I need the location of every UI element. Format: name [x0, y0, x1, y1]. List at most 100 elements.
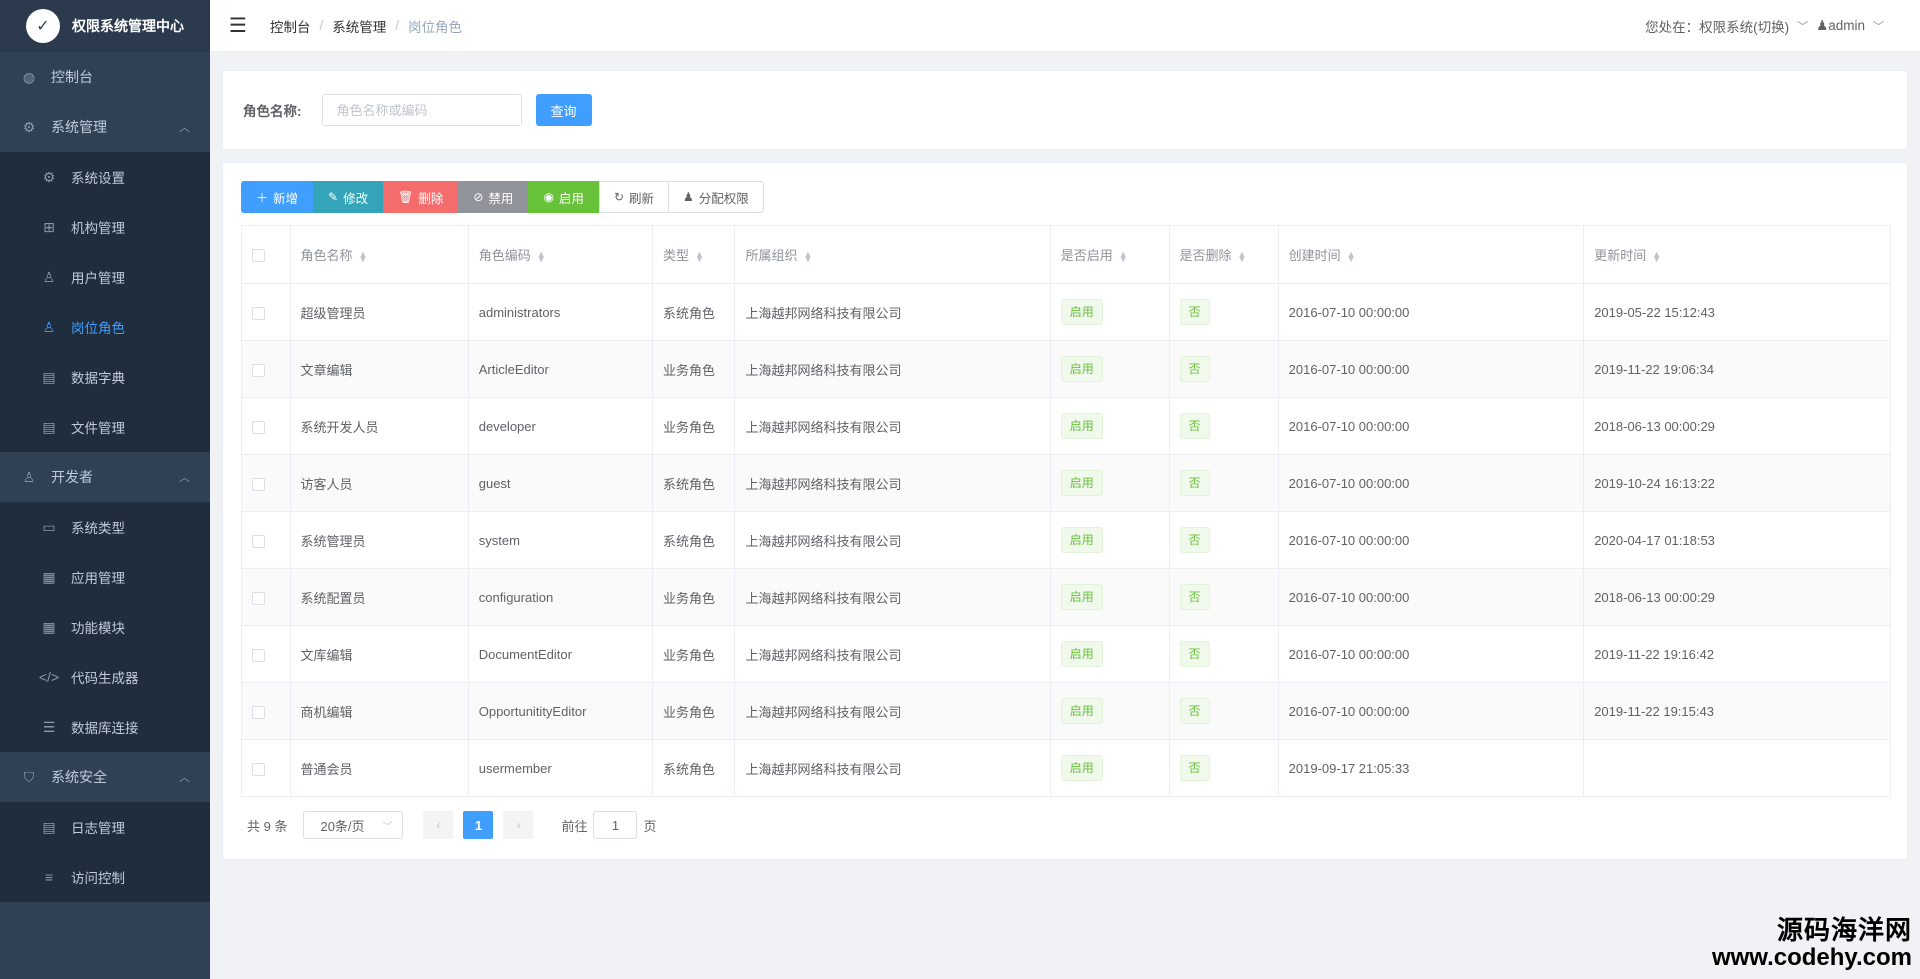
column-header-type[interactable]: 类型 ▲ ▼ — [652, 225, 736, 284]
cell-deleted: 否 — [1168, 340, 1279, 398]
user-icon: ♟ — [1816, 17, 1829, 33]
prev-page-button[interactable]: ‹ — [423, 811, 454, 839]
sidebar-item-label: 功能模块 — [71, 621, 125, 636]
row-checkbox[interactable] — [252, 477, 265, 491]
row-checkbox[interactable] — [252, 363, 265, 377]
sidebar-item-1-1[interactable]: ⊞ 机构管理 — [0, 202, 210, 252]
sort-icon[interactable]: ▲ ▼ — [1652, 249, 1661, 263]
table-row[interactable]: 超级管理员 administrators 系统角色 上海越邦网络科技有限公司 启用 否 20… — [241, 283, 1891, 341]
cell-org: 上海越邦网络科技有限公司 — [734, 283, 1051, 341]
column-header-updated[interactable]: 更新时间 ▲ ▼ — [1583, 225, 1891, 284]
sidebar-item-2-1[interactable]: ▦ 应用管理 — [0, 552, 210, 602]
sort-icon[interactable]: ▲ ▼ — [359, 249, 368, 263]
sort-icon[interactable]: ▲ ▼ — [695, 249, 704, 263]
sidebar-group-label: 控制台 — [51, 69, 93, 85]
select-all-checkbox[interactable] — [252, 249, 265, 263]
sidebar-item-2-4[interactable]: ☰ 数据库连接 — [0, 702, 210, 752]
sidebar-item-2-3[interactable]: </> 代码生成器 — [0, 652, 210, 702]
delete-button[interactable]: 🗑 删除 — [383, 181, 459, 213]
table-row[interactable]: 普通会员 usermember 系统角色 上海越邦网络科技有限公司 启用 否 2019-09… — [241, 739, 1891, 797]
sidebar-item-label: 应用管理 — [71, 571, 125, 586]
sort-icon[interactable]: ▲ ▼ — [1238, 249, 1247, 263]
page-number-current[interactable]: 1 — [463, 811, 494, 839]
row-checkbox[interactable] — [252, 591, 265, 605]
database-icon: ☰ — [42, 718, 56, 735]
table-row[interactable]: 文库编辑 DocumentEditor 业务角色 上海越邦网络科技有限公司 启用 否 201… — [241, 625, 1891, 683]
sidebar-group-2[interactable]: ♙ 开发者 ︿ — [0, 452, 210, 502]
cell-updated — [1583, 739, 1891, 797]
row-checkbox[interactable] — [252, 420, 265, 434]
sidebar-item-1-2[interactable]: ♙ 用户管理 — [0, 252, 210, 302]
disable-icon: ⊘ — [473, 190, 484, 204]
sidebar-item-1-4[interactable]: ▤ 数据字典 — [0, 352, 210, 402]
row-checkbox-cell — [241, 625, 291, 683]
table-row[interactable]: 系统开发人员 developer 业务角色 上海越邦网络科技有限公司 启用 否 2016-0… — [241, 397, 1891, 455]
chevron-up-icon: ︿ — [179, 772, 190, 784]
disable-button[interactable]: ⊘ 禁用 — [458, 181, 529, 213]
goto-page-input[interactable] — [593, 811, 638, 839]
cell-created: 2016-07-10 00:00:00 — [1277, 511, 1585, 569]
sort-icon[interactable]: ▲ ▼ — [1347, 249, 1356, 263]
sidebar-item-2-0[interactable]: ▭ 系统类型 — [0, 502, 210, 552]
hamburger-menu-icon[interactable]: ☰ — [226, 13, 250, 38]
sort-icon[interactable]: ▲ ▼ — [803, 249, 812, 263]
table-row[interactable]: 系统配置员 configuration 业务角色 上海越邦网络科技有限公司 启用 否 201… — [241, 568, 1891, 626]
enable-button[interactable]: ◉ 启用 — [528, 181, 599, 213]
sidebar-item-3-1[interactable]: ≡ 访问控制 — [0, 852, 210, 902]
sort-icon[interactable]: ▲ ▼ — [1119, 249, 1128, 263]
assign-permissions-button[interactable]: ♟ 分配权限 — [669, 181, 764, 213]
sidebar-item-1-0[interactable]: ⚙ 系统设置 — [0, 152, 210, 202]
cell-deleted: 否 — [1168, 625, 1279, 683]
search-input[interactable] — [321, 94, 522, 126]
sidebar-group-3[interactable]: ⛉ 系统安全 ︿ — [0, 752, 210, 802]
cell-type: 系统角色 — [652, 454, 736, 512]
table-row[interactable]: 访客人员 guest 系统角色 上海越邦网络科技有限公司 启用 否 2016-07-10 0… — [241, 454, 1891, 512]
row-checkbox[interactable] — [252, 705, 265, 719]
next-page-button[interactable]: › — [503, 811, 534, 839]
breadcrumb-item-system[interactable]: 系统管理 — [332, 16, 386, 36]
user-menu[interactable]: admin — [1828, 18, 1865, 33]
row-checkbox[interactable] — [252, 648, 265, 662]
column-header-name[interactable]: 角色名称 ▲ ▼ — [289, 225, 469, 284]
column-header-deleted[interactable]: 是否删除 ▲ ▼ — [1168, 225, 1279, 284]
row-checkbox[interactable] — [252, 534, 265, 548]
row-checkbox[interactable] — [252, 306, 265, 320]
sidebar-item-1-5[interactable]: ▤ 文件管理 — [0, 402, 210, 452]
row-checkbox[interactable] — [252, 762, 265, 776]
sidebar-item-label: 代码生成器 — [71, 671, 139, 686]
sort-icon[interactable]: ▲ ▼ — [537, 249, 546, 263]
sidebar-group-0[interactable]: ◍ 控制台 — [0, 52, 210, 102]
chevron-down-icon[interactable]: ﹀ — [1873, 18, 1884, 34]
column-header-org[interactable]: 所属组织 ▲ ▼ — [734, 225, 1051, 284]
sliders-icon: ≡ — [44, 869, 54, 885]
chevron-down-icon[interactable]: ﹀ — [1797, 18, 1808, 34]
refresh-button[interactable]: ↻ 刷新 — [598, 181, 670, 213]
add-button[interactable]: ＋新增 — [241, 181, 314, 213]
table-row[interactable]: 商机编辑 OpportunitityEditor 业务角色 上海越邦网络科技有限公司启… — [241, 682, 1891, 740]
cell-created: 2016-07-10 00:00:00 — [1277, 682, 1585, 740]
sidebar-item-1-3[interactable]: ♙ 岗位角色 — [0, 302, 210, 352]
edit-button[interactable]: ✎ 修改 — [313, 181, 384, 213]
sidebar-item-3-0[interactable]: ▤ 日志管理 — [0, 802, 210, 852]
page-size-select[interactable]: 20条/页 ﹀ — [303, 811, 404, 839]
cell-name: 系统配置员 — [289, 568, 469, 626]
sidebar-item-label: 系统类型 — [71, 521, 125, 536]
column-header-created[interactable]: 创建时间 ▲ ▼ — [1277, 225, 1585, 284]
system-switcher[interactable]: 您处在：权限系统(切换) — [1645, 16, 1789, 36]
table-row[interactable]: 系统管理员 system 系统角色 上海越邦网络科技有限公司 启用 否 2016-07-10… — [241, 511, 1891, 569]
sidebar-item-2-2[interactable]: ▦ 功能模块 — [0, 602, 210, 652]
table-row[interactable]: 文章编辑 ArticleEditor 业务角色 上海越邦网络科技有限公司 启用 否 2016… — [241, 340, 1891, 398]
status-badge-enabled: 启用 — [1060, 299, 1103, 325]
chevron-up-icon: ︿ — [179, 122, 190, 134]
column-header-enabled[interactable]: 是否启用 ▲ ▼ — [1049, 225, 1170, 284]
sidebar-group-1[interactable]: ⚙ 系统管理 ︿ — [0, 102, 210, 152]
breadcrumb-item-dashboard[interactable]: 控制台 — [270, 16, 311, 36]
goto-label: 前往 — [561, 818, 588, 834]
column-header-code[interactable]: 角色编码 ▲ ▼ — [467, 225, 654, 284]
cell-name: 文库编辑 — [289, 625, 469, 683]
query-button[interactable]: 查询 — [535, 94, 592, 126]
breadcrumb-separator: / — [319, 18, 324, 33]
cell-name: 访客人员 — [289, 454, 469, 512]
gear-icon: ⚙ — [22, 118, 36, 135]
cell-name: 系统开发人员 — [289, 397, 469, 455]
